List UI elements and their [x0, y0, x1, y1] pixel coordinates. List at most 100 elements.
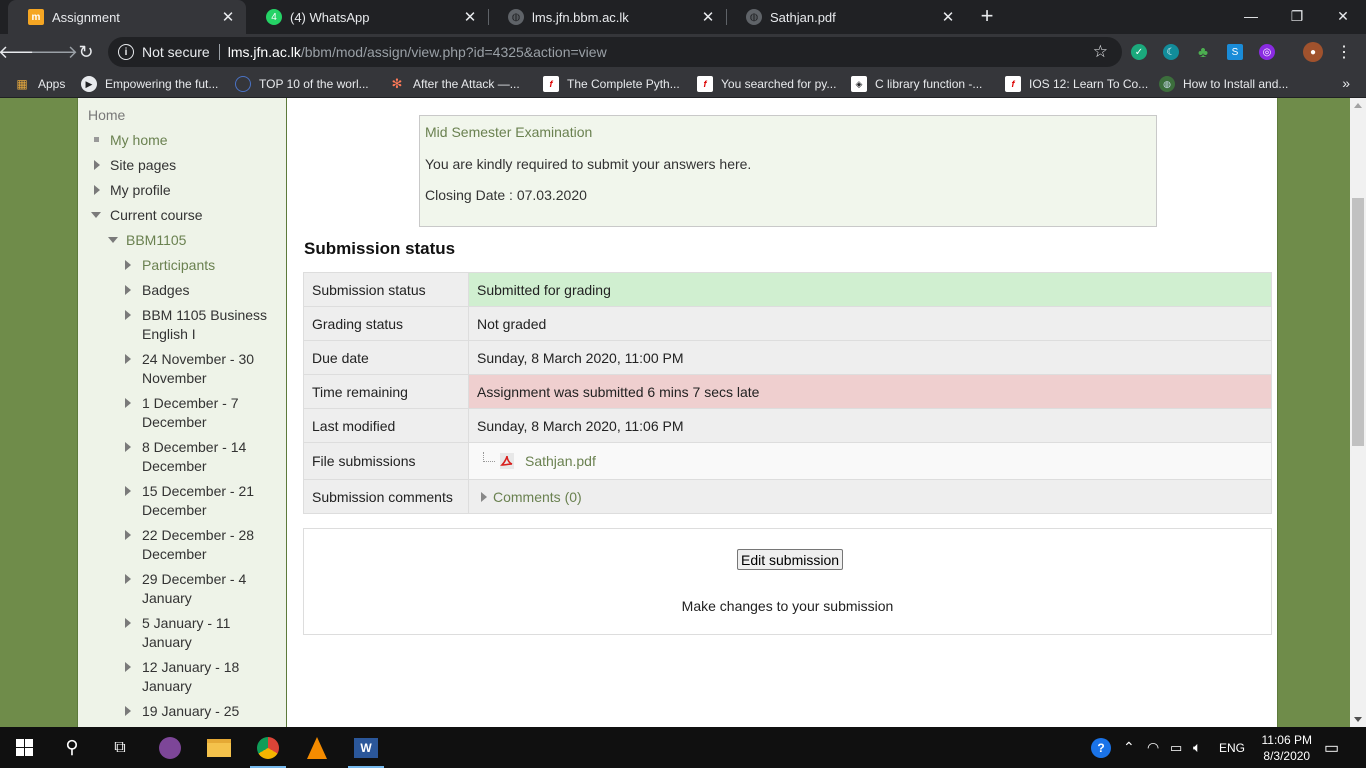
new-tab-button[interactable]: +: [976, 5, 998, 28]
vlc-icon[interactable]: [293, 727, 341, 768]
word-icon[interactable]: W: [342, 727, 390, 768]
bookmark-item[interactable]: f You searched for py...: [697, 75, 836, 93]
bookmark-item[interactable]: TOP 10 of the worl...: [235, 75, 369, 93]
nav-section[interactable]: 24 November - 30 November: [142, 350, 254, 388]
expand-arrow-icon[interactable]: [94, 160, 100, 170]
nav-section[interactable]: 22 December - 28 December: [142, 526, 254, 564]
battery-icon[interactable]: ▭: [1170, 727, 1182, 768]
close-tab-icon[interactable]: ✕: [700, 9, 716, 26]
nav-section[interactable]: 19 January - 25: [142, 702, 239, 721]
bookmark-item[interactable]: ▶ Empowering the fut...: [81, 75, 218, 93]
nav-section[interactable]: BBM 1105 Business English I: [142, 306, 267, 344]
volume-icon[interactable]: 🔈︎: [1193, 727, 1201, 768]
bookmark-apps[interactable]: ▦ Apps: [14, 75, 65, 93]
windows-logo-icon: [15, 739, 33, 756]
task-view-icon[interactable]: ⧉: [96, 727, 144, 768]
clock-date: 8/3/2020: [1263, 749, 1311, 763]
wifi-icon[interactable]: ◠: [1147, 727, 1159, 768]
language-indicator[interactable]: ENG: [1219, 727, 1245, 768]
nav-participants[interactable]: Participants: [142, 256, 215, 275]
minimize-button[interactable]: —: [1228, 0, 1274, 32]
nav-section[interactable]: 15 December - 21 December: [142, 482, 254, 520]
file-explorer-icon[interactable]: [195, 727, 243, 768]
tab-whatsapp[interactable]: 4 (4) WhatsApp ✕: [246, 0, 488, 34]
start-button[interactable]: [0, 727, 48, 768]
collapse-arrow-icon[interactable]: [108, 237, 118, 243]
chevron-up-icon[interactable]: ⌃: [1123, 727, 1135, 768]
bookmark-item[interactable]: ◈ C library function -...: [851, 75, 982, 93]
expand-arrow-icon[interactable]: [125, 662, 131, 672]
nav-badges[interactable]: Badges: [142, 281, 189, 300]
expand-arrow-icon[interactable]: [125, 354, 131, 364]
info-icon[interactable]: i: [118, 44, 134, 60]
reload-button[interactable]: ↻: [72, 38, 100, 66]
nav-section[interactable]: 29 December - 4 January: [142, 570, 246, 608]
close-window-button[interactable]: ✕: [1320, 0, 1366, 32]
nav-section[interactable]: 1 December - 7 December: [142, 394, 238, 432]
close-tab-icon[interactable]: ✕: [220, 9, 236, 26]
expand-arrow-icon[interactable]: [125, 706, 131, 716]
edit-submission-help: Make changes to your submission: [681, 598, 894, 614]
bookmark-item[interactable]: ✻ After the Attack —...: [389, 75, 520, 93]
page-viewport: Home My home Site pages My profile Curre…: [0, 98, 1350, 727]
expand-arrow-icon[interactable]: [125, 398, 131, 408]
nav-course-bbm1105[interactable]: BBM1105: [126, 231, 186, 250]
nav-site-pages[interactable]: Site pages: [110, 156, 176, 175]
expand-arrow-icon[interactable]: [125, 310, 131, 320]
moon-extension-icon[interactable]: ☾: [1163, 44, 1179, 60]
moodle-icon: m: [28, 9, 44, 25]
file-link[interactable]: Sathjan.pdf: [525, 453, 596, 469]
bookmark-item[interactable]: f The Complete Pyth...: [543, 75, 680, 93]
tab-assignment[interactable]: m Assignment ✕: [8, 0, 246, 34]
more-bookmarks-icon[interactable]: »: [1342, 75, 1350, 91]
address-bar[interactable]: i Not secure lms.jfn.ac.lk/bbm/mod/assig…: [108, 37, 1122, 67]
nav-section[interactable]: 5 January - 11 January: [142, 614, 230, 652]
expand-arrow-icon[interactable]: [125, 442, 131, 452]
skype-extension-icon[interactable]: S: [1227, 44, 1243, 60]
nav-section[interactable]: 12 January - 18 January: [142, 658, 239, 696]
tab-sathjan-pdf[interactable]: ◍ Sathjan.pdf ✕: [726, 0, 966, 34]
tab-lms[interactable]: ◍ lms.jfn.bbm.ac.lk ✕: [488, 0, 726, 34]
expand-arrow-icon[interactable]: [125, 530, 131, 540]
omnibox-divider: [218, 44, 220, 60]
page-scrollbar[interactable]: [1350, 98, 1366, 727]
expand-arrow-icon[interactable]: [125, 574, 131, 584]
nav-home[interactable]: Home: [88, 106, 125, 125]
expand-arrow-icon[interactable]: [125, 260, 131, 270]
tor-extension-icon[interactable]: ◎: [1259, 44, 1275, 60]
scroll-thumb[interactable]: [1352, 198, 1364, 446]
chrome-icon[interactable]: [244, 727, 292, 768]
bookmark-item[interactable]: f IOS 12: Learn To Co...: [1005, 75, 1148, 93]
help-tray-icon[interactable]: ?: [1091, 727, 1111, 768]
nav-current-course[interactable]: Current course: [110, 206, 203, 225]
collapse-arrow-icon[interactable]: [91, 212, 101, 218]
close-tab-icon[interactable]: ✕: [462, 9, 478, 26]
forward-button[interactable]: 🡒: [30, 38, 78, 66]
restore-button[interactable]: ❐: [1274, 0, 1320, 32]
expand-arrow-icon[interactable]: [125, 618, 131, 628]
nav-my-profile[interactable]: My profile: [110, 181, 171, 200]
edit-submission-button[interactable]: Edit submission: [737, 549, 844, 570]
system-clock[interactable]: 11:06 PM 8/3/2020: [1262, 732, 1312, 764]
tree-extension-icon[interactable]: ♣: [1195, 44, 1211, 61]
shield-extension-icon[interactable]: ✓: [1131, 44, 1147, 60]
expand-arrow-icon[interactable]: [125, 285, 131, 295]
nav-section[interactable]: 8 December - 14 December: [142, 438, 246, 476]
menu-icon[interactable]: ⋮: [1336, 44, 1352, 61]
nav-my-home[interactable]: My home: [110, 131, 168, 150]
expand-arrow-icon[interactable]: [125, 486, 131, 496]
comments-toggle[interactable]: Comments (0): [477, 489, 1263, 505]
search-icon[interactable]: ⚲: [48, 727, 96, 768]
notifications-icon[interactable]: ▭: [1324, 727, 1339, 768]
expand-arrow-icon[interactable]: [94, 185, 100, 195]
scroll-up-arrow-icon[interactable]: [1354, 103, 1362, 108]
globe-icon: ◍: [508, 9, 524, 25]
close-tab-icon[interactable]: ✕: [940, 9, 956, 26]
submission-status-table: Submission status Submitted for grading …: [303, 272, 1272, 514]
bookmark-star-icon[interactable]: ☆: [1093, 42, 1108, 62]
tor-browser-icon[interactable]: [146, 727, 194, 768]
bookmark-item[interactable]: ◍ How to Install and...: [1159, 75, 1288, 93]
profile-avatar[interactable]: ●: [1303, 42, 1323, 62]
table-row: File submissions Sathjan.pdf: [303, 442, 1272, 480]
scroll-down-arrow-icon[interactable]: [1354, 717, 1362, 722]
